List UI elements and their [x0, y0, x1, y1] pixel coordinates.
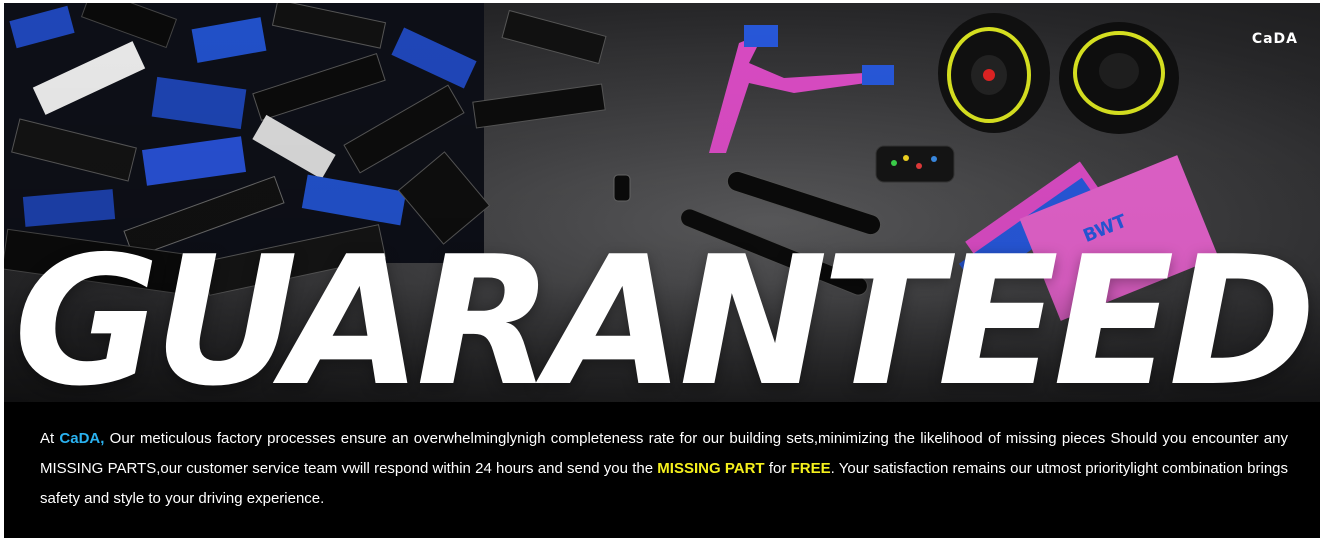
brand-highlight: CaDA,	[59, 430, 105, 447]
free-highlight: FREE	[790, 460, 831, 477]
brand-logo: CaDA	[1251, 31, 1298, 47]
copy-part-2: for	[764, 460, 791, 477]
guarantee-banner: BWT CaDA GUARANTEED At CaDA, Our meticul…	[4, 3, 1320, 538]
headline: GUARANTEED	[13, 218, 1317, 403]
missing-part-highlight: MISSING PART	[657, 460, 765, 477]
guarantee-description: At CaDA, Our meticulous factory processe…	[40, 424, 1288, 514]
copy-intro: At	[40, 430, 60, 447]
product-photo: BWT CaDA GUARANTEED	[4, 3, 1320, 402]
